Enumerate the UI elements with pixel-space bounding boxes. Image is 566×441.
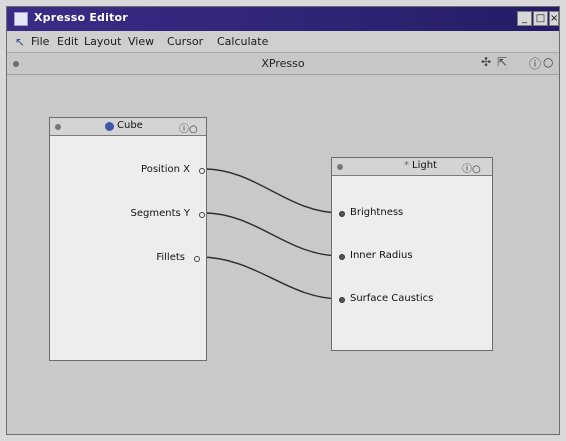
- scale-icon[interactable]: ⇱: [497, 55, 507, 69]
- node-info-icon[interactable]: ⓘ○: [462, 160, 481, 175]
- title-bar[interactable]: Xpresso Editor _ □ ×: [7, 7, 559, 31]
- port-label-position-x: Position X: [141, 164, 190, 175]
- node-info-icon[interactable]: ⓘ○: [179, 120, 198, 135]
- wire-segments-y-inner-radius: [203, 212, 342, 257]
- port-label-brightness: Brightness: [350, 207, 404, 218]
- light-node[interactable]: * Light ⓘ○ Brightness Inner Radius Surfa…: [331, 157, 493, 351]
- window-title: Xpresso Editor: [34, 11, 128, 24]
- node-canvas[interactable]: Cube ⓘ○ Position X Segments Y Fillets * …: [7, 75, 559, 434]
- port-label-segments-y: Segments Y: [130, 208, 191, 219]
- node-menu-dot-icon[interactable]: [55, 124, 61, 130]
- output-port-segments-y[interactable]: [199, 212, 205, 218]
- move-icon[interactable]: ✣: [481, 55, 491, 69]
- cube-node-header[interactable]: Cube ⓘ○: [50, 118, 206, 136]
- input-port-brightness[interactable]: [339, 211, 345, 217]
- port-label-fillets: Fillets: [156, 252, 185, 263]
- menu-file[interactable]: File: [31, 35, 49, 48]
- app-icon: [14, 12, 28, 26]
- view-toolbar: XPresso ✣ ⇱ ⓘ ○: [7, 53, 559, 75]
- options-icon[interactable]: ○: [543, 55, 553, 69]
- pin-icon[interactable]: ↖: [15, 35, 25, 49]
- cube-object-icon: [105, 122, 114, 131]
- view-title: XPresso: [261, 57, 305, 70]
- wire-position-x-brightness: [203, 168, 342, 214]
- menu-view[interactable]: View: [128, 35, 154, 48]
- light-node-title: Light: [412, 160, 437, 171]
- close-button[interactable]: ×: [549, 11, 559, 26]
- output-port-fillets[interactable]: [194, 256, 200, 262]
- node-menu-dot-icon[interactable]: [337, 164, 343, 170]
- light-object-icon: *: [404, 160, 409, 171]
- input-port-surface-caustics[interactable]: [339, 297, 345, 303]
- menu-calculate[interactable]: Calculate: [217, 35, 268, 48]
- wire-fillets-surface-caustics: [198, 256, 342, 300]
- output-port-position-x[interactable]: [199, 168, 205, 174]
- menu-cursor[interactable]: Cursor: [167, 35, 203, 48]
- input-port-inner-radius[interactable]: [339, 254, 345, 260]
- cube-node[interactable]: Cube ⓘ○ Position X Segments Y Fillets: [49, 117, 207, 361]
- menu-bar: ↖ File Edit Layout View Cursor Calculate: [7, 31, 559, 53]
- xpresso-editor-window: Xpresso Editor _ □ × ↖ File Edit Layout …: [6, 6, 560, 435]
- maximize-button[interactable]: □: [533, 11, 548, 26]
- menu-edit[interactable]: Edit: [57, 35, 78, 48]
- menu-layout[interactable]: Layout: [84, 35, 121, 48]
- port-label-surface-caustics: Surface Caustics: [350, 293, 434, 304]
- info-icon[interactable]: ⓘ: [529, 55, 541, 72]
- minimize-button[interactable]: _: [517, 11, 532, 26]
- port-label-inner-radius: Inner Radius: [350, 250, 413, 261]
- cube-node-title: Cube: [117, 120, 143, 131]
- light-node-header[interactable]: * Light ⓘ○: [332, 158, 492, 176]
